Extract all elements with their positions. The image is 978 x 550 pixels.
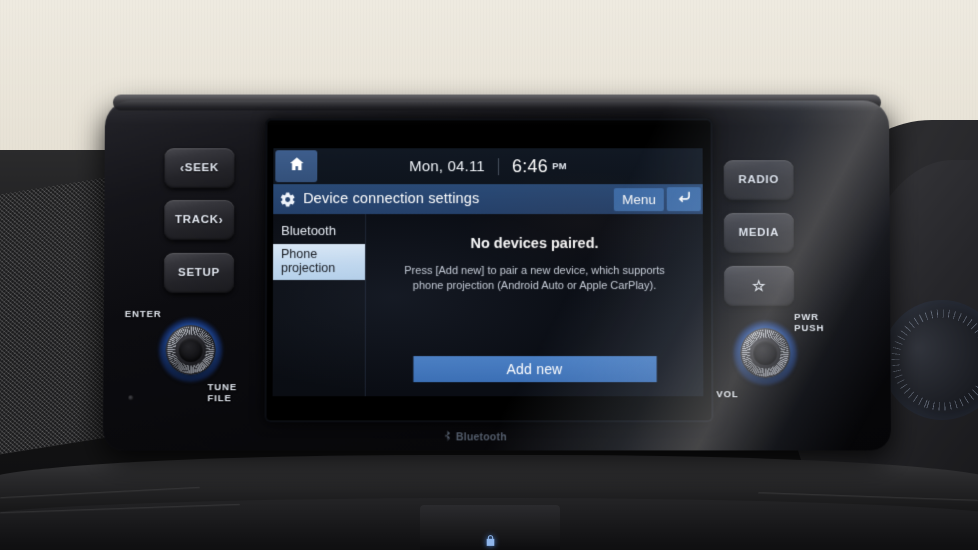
sidebar-item-label-line1: Phone	[281, 247, 318, 262]
add-new-button[interactable]: Add new	[412, 356, 657, 383]
page-title: Device connection settings	[303, 191, 480, 208]
bluetooth-fascia-logo: Bluetooth	[442, 428, 507, 446]
menu-button[interactable]: Menu	[614, 187, 664, 211]
bluetooth-fascia-label: Bluetooth	[455, 431, 507, 444]
tune-label-line1: TUNE	[207, 382, 238, 394]
radio-button[interactable]: RADIO	[723, 160, 794, 201]
tune-knob-assembly	[158, 318, 223, 383]
pwr-label-line1: PWR	[794, 312, 820, 324]
head-unit-housing: Mon, 04.11 6:46 PM Device connection set…	[102, 94, 892, 451]
settings-content-panel: No devices paired. Press [Add new] to pa…	[366, 214, 704, 396]
pwr-push-label: PWR PUSH	[794, 312, 825, 335]
car-infotainment-scene: Mon, 04.11 6:46 PM Device connection set…	[0, 0, 978, 550]
tune-knob[interactable]	[165, 325, 216, 376]
sidebar-item-phone-projection[interactable]: Phone projection	[272, 244, 366, 280]
sidebar-item-label-line2: projection	[281, 261, 336, 275]
status-time: 6:46	[511, 155, 549, 176]
tune-label-line2: FILE	[207, 393, 232, 405]
seek-button[interactable]: ‹ SEEK	[164, 148, 235, 189]
home-button[interactable]	[275, 150, 318, 183]
volume-knob-assembly	[733, 321, 798, 386]
track-button[interactable]: TRACK ›	[164, 200, 235, 241]
settings-sidebar: Bluetooth Phone projection	[272, 214, 367, 397]
vol-label: VOL	[716, 389, 739, 401]
infotainment-screen[interactable]: Mon, 04.11 6:46 PM Device connection set…	[272, 148, 704, 397]
home-icon	[288, 155, 305, 177]
radio-button-label: RADIO	[738, 174, 779, 187]
star-icon: ☆	[751, 277, 767, 296]
screen-body: Bluetooth Phone projection No devices pa…	[272, 214, 704, 397]
title-bar: Device connection settings Menu	[273, 184, 703, 215]
setup-button[interactable]: SETUP	[163, 253, 235, 294]
head-unit-top-edge	[112, 94, 882, 111]
enter-label: ENTER	[124, 309, 162, 321]
pairing-hint-text: Press [Add new] to pair a new device, wh…	[404, 265, 665, 292]
tune-knob-center[interactable]	[178, 338, 203, 363]
pwr-label-line2: PUSH	[794, 322, 825, 334]
no-devices-heading: No devices paired.	[470, 236, 599, 253]
track-button-label: TRACK	[175, 214, 219, 227]
status-date: Mon, 04.11	[409, 157, 485, 175]
chevron-right-icon: ›	[218, 213, 224, 228]
status-ampm: PM	[552, 160, 567, 172]
power-push-button[interactable]	[753, 341, 778, 366]
back-arrow-icon	[674, 187, 693, 211]
status-bar: Mon, 04.11 6:46 PM	[273, 148, 703, 185]
gear-icon	[279, 191, 296, 208]
media-button[interactable]: MEDIA	[723, 213, 794, 254]
date-time-group: Mon, 04.11 6:46 PM	[317, 156, 658, 177]
tune-file-label: TUNE FILE	[207, 382, 238, 405]
sidebar-item-bluetooth[interactable]: Bluetooth	[273, 216, 365, 244]
door-lock-indicator-icon	[484, 533, 497, 548]
back-button[interactable]	[666, 187, 701, 212]
favorites-button[interactable]: ☆	[723, 266, 795, 307]
status-divider	[497, 157, 499, 175]
media-button-label: MEDIA	[738, 227, 780, 240]
bluetooth-icon	[442, 428, 453, 446]
setup-button-label: SETUP	[178, 267, 220, 279]
lcd-bezel: Mon, 04.11 6:46 PM Device connection set…	[264, 118, 714, 423]
seek-button-label: SEEK	[184, 162, 219, 175]
volume-knob[interactable]	[740, 328, 791, 379]
reset-pinhole	[128, 395, 134, 401]
